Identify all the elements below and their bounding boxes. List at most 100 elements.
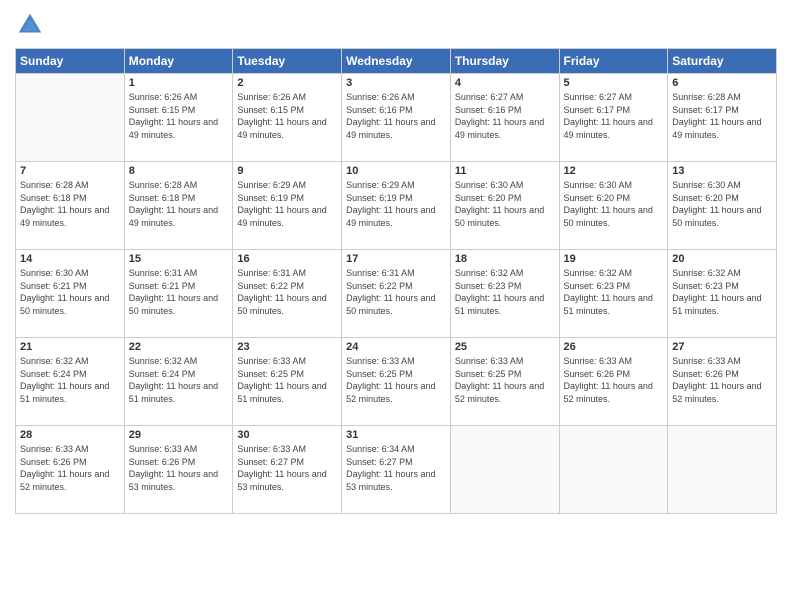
weekday-tuesday: Tuesday [233, 49, 342, 74]
calendar-cell: 29Sunrise: 6:33 AMSunset: 6:26 PMDayligh… [124, 426, 233, 514]
day-number: 27 [672, 341, 772, 353]
calendar-cell: 27 Sunrise: 6:33 AMSunset: 6:26 PMDayligh… [668, 338, 777, 426]
day-info: Sunrise: 6:31 AMSunset: 6:21 PMDaylight:… [129, 267, 229, 317]
weekday-thursday: Thursday [450, 49, 559, 74]
day-info: Sunrise: 6:33 AMSunset: 6:27 PMDaylight:… [237, 443, 337, 493]
day-number: 20 [672, 253, 772, 265]
page: SundayMondayTuesdayWednesdayThursdayFrid… [0, 0, 792, 612]
day-number: 7 [20, 165, 120, 177]
day-info: Sunrise: 6:30 AMSunset: 6:20 PMDaylight:… [672, 179, 772, 229]
day-info: Sunrise: 6:33 AMSunset: 6:26 PMDaylight:… [672, 355, 772, 405]
calendar-header: SundayMondayTuesdayWednesdayThursdayFrid… [16, 49, 777, 74]
calendar-cell: 18Sunrise: 6:32 AMSunset: 6:23 PMDayligh… [450, 250, 559, 338]
day-number: 4 [455, 77, 555, 89]
calendar-cell: 11Sunrise: 6:30 AMSunset: 6:20 PMDayligh… [450, 162, 559, 250]
day-info: Sunrise: 6:28 AMSunset: 6:18 PMDaylight:… [129, 179, 229, 229]
day-info: Sunrise: 6:26 AMSunset: 6:15 PMDaylight:… [237, 91, 337, 141]
calendar-cell: 4 Sunrise: 6:27 AMSunset: 6:16 PMDaylight… [450, 74, 559, 162]
day-info: Sunrise: 6:32 AMSunset: 6:23 PMDaylight:… [564, 267, 664, 317]
day-number: 5 [564, 77, 664, 89]
day-info: Sunrise: 6:26 AMSunset: 6:15 PMDaylight:… [129, 91, 229, 141]
day-number: 18 [455, 253, 555, 265]
calendar-cell: 20 Sunrise: 6:32 AMSunset: 6:23 PMDayligh… [668, 250, 777, 338]
day-number: 23 [237, 341, 337, 353]
day-info: Sunrise: 6:33 AMSunset: 6:26 PMDaylight:… [564, 355, 664, 405]
calendar-cell: 16 Sunrise: 6:31 AMSunset: 6:22 PMDayligh… [233, 250, 342, 338]
day-number: 30 [237, 429, 337, 441]
day-number: 21 [20, 341, 120, 353]
calendar-week-0: 1 Sunrise: 6:26 AMSunset: 6:15 PMDaylight… [16, 74, 777, 162]
calendar-cell: 17Sunrise: 6:31 AMSunset: 6:22 PMDayligh… [342, 250, 451, 338]
day-info: Sunrise: 6:32 AMSunset: 6:23 PMDaylight:… [672, 267, 772, 317]
day-number: 9 [237, 165, 337, 177]
calendar-cell: 22Sunrise: 6:32 AMSunset: 6:24 PMDayligh… [124, 338, 233, 426]
day-number: 14 [20, 253, 120, 265]
day-info: Sunrise: 6:33 AMSunset: 6:25 PMDaylight:… [346, 355, 446, 405]
day-info: Sunrise: 6:34 AMSunset: 6:27 PMDaylight:… [346, 443, 446, 493]
day-info: Sunrise: 6:31 AMSunset: 6:22 PMDaylight:… [237, 267, 337, 317]
day-number: 16 [237, 253, 337, 265]
weekday-wednesday: Wednesday [342, 49, 451, 74]
day-info: Sunrise: 6:26 AMSunset: 6:16 PMDaylight:… [346, 91, 446, 141]
calendar-week-2: 14 Sunrise: 6:30 AMSunset: 6:21 PMDayligh… [16, 250, 777, 338]
calendar-cell [450, 426, 559, 514]
calendar-cell: 10 Sunrise: 6:29 AMSunset: 6:19 PMDayligh… [342, 162, 451, 250]
day-number: 1 [129, 77, 229, 89]
calendar-cell: 19Sunrise: 6:32 AMSunset: 6:23 PMDayligh… [559, 250, 668, 338]
calendar-cell: 1 Sunrise: 6:26 AMSunset: 6:15 PMDaylight… [124, 74, 233, 162]
calendar-cell: 8Sunrise: 6:28 AMSunset: 6:18 PMDaylight… [124, 162, 233, 250]
day-info: Sunrise: 6:32 AMSunset: 6:24 PMDaylight:… [20, 355, 120, 405]
calendar-cell: 23 Sunrise: 6:33 AMSunset: 6:25 PMDayligh… [233, 338, 342, 426]
day-info: Sunrise: 6:29 AMSunset: 6:19 PMDaylight:… [346, 179, 446, 229]
day-number: 6 [672, 77, 772, 89]
calendar-cell [16, 74, 125, 162]
calendar-cell: 3 Sunrise: 6:26 AMSunset: 6:16 PMDaylight… [342, 74, 451, 162]
weekday-saturday: Saturday [668, 49, 777, 74]
day-info: Sunrise: 6:33 AMSunset: 6:25 PMDaylight:… [237, 355, 337, 405]
calendar-cell: 15 Sunrise: 6:31 AMSunset: 6:21 PMDayligh… [124, 250, 233, 338]
day-number: 24 [346, 341, 446, 353]
weekday-friday: Friday [559, 49, 668, 74]
day-info: Sunrise: 6:30 AMSunset: 6:20 PMDaylight:… [564, 179, 664, 229]
logo-icon [15, 10, 45, 40]
day-number: 3 [346, 77, 446, 89]
calendar-cell: 12 Sunrise: 6:30 AMSunset: 6:20 PMDayligh… [559, 162, 668, 250]
header [15, 10, 777, 40]
calendar-cell: 31 Sunrise: 6:34 AMSunset: 6:27 PMDayligh… [342, 426, 451, 514]
calendar-cell [559, 426, 668, 514]
calendar-cell: 7 Sunrise: 6:28 AMSunset: 6:18 PMDaylight… [16, 162, 125, 250]
day-info: Sunrise: 6:30 AMSunset: 6:21 PMDaylight:… [20, 267, 120, 317]
day-info: Sunrise: 6:28 AMSunset: 6:18 PMDaylight:… [20, 179, 120, 229]
calendar-cell: 30 Sunrise: 6:33 AMSunset: 6:27 PMDayligh… [233, 426, 342, 514]
day-info: Sunrise: 6:32 AMSunset: 6:24 PMDaylight:… [129, 355, 229, 405]
day-info: Sunrise: 6:31 AMSunset: 6:22 PMDaylight:… [346, 267, 446, 317]
calendar-cell: 9 Sunrise: 6:29 AMSunset: 6:19 PMDaylight… [233, 162, 342, 250]
day-number: 31 [346, 429, 446, 441]
calendar-cell: 24 Sunrise: 6:33 AMSunset: 6:25 PMDayligh… [342, 338, 451, 426]
calendar-cell: 26Sunrise: 6:33 AMSunset: 6:26 PMDayligh… [559, 338, 668, 426]
weekday-monday: Monday [124, 49, 233, 74]
day-number: 28 [20, 429, 120, 441]
calendar-cell: 14 Sunrise: 6:30 AMSunset: 6:21 PMDayligh… [16, 250, 125, 338]
calendar-week-3: 21 Sunrise: 6:32 AMSunset: 6:24 PMDayligh… [16, 338, 777, 426]
calendar-cell: 21 Sunrise: 6:32 AMSunset: 6:24 PMDayligh… [16, 338, 125, 426]
day-info: Sunrise: 6:29 AMSunset: 6:19 PMDaylight:… [237, 179, 337, 229]
day-number: 10 [346, 165, 446, 177]
day-number: 12 [564, 165, 664, 177]
day-number: 13 [672, 165, 772, 177]
calendar-table: SundayMondayTuesdayWednesdayThursdayFrid… [15, 48, 777, 514]
calendar-week-1: 7 Sunrise: 6:28 AMSunset: 6:18 PMDaylight… [16, 162, 777, 250]
logo [15, 10, 49, 40]
calendar-week-4: 28 Sunrise: 6:33 AMSunset: 6:26 PMDayligh… [16, 426, 777, 514]
day-number: 2 [237, 77, 337, 89]
day-info: Sunrise: 6:33 AMSunset: 6:26 PMDaylight:… [20, 443, 120, 493]
day-number: 11 [455, 165, 555, 177]
day-info: Sunrise: 6:27 AMSunset: 6:16 PMDaylight:… [455, 91, 555, 141]
day-number: 15 [129, 253, 229, 265]
calendar-cell [668, 426, 777, 514]
weekday-header-row: SundayMondayTuesdayWednesdayThursdayFrid… [16, 49, 777, 74]
calendar-cell: 13 Sunrise: 6:30 AMSunset: 6:20 PMDayligh… [668, 162, 777, 250]
calendar-body: 1 Sunrise: 6:26 AMSunset: 6:15 PMDaylight… [16, 74, 777, 514]
calendar-cell: 28 Sunrise: 6:33 AMSunset: 6:26 PMDayligh… [16, 426, 125, 514]
day-number: 25 [455, 341, 555, 353]
